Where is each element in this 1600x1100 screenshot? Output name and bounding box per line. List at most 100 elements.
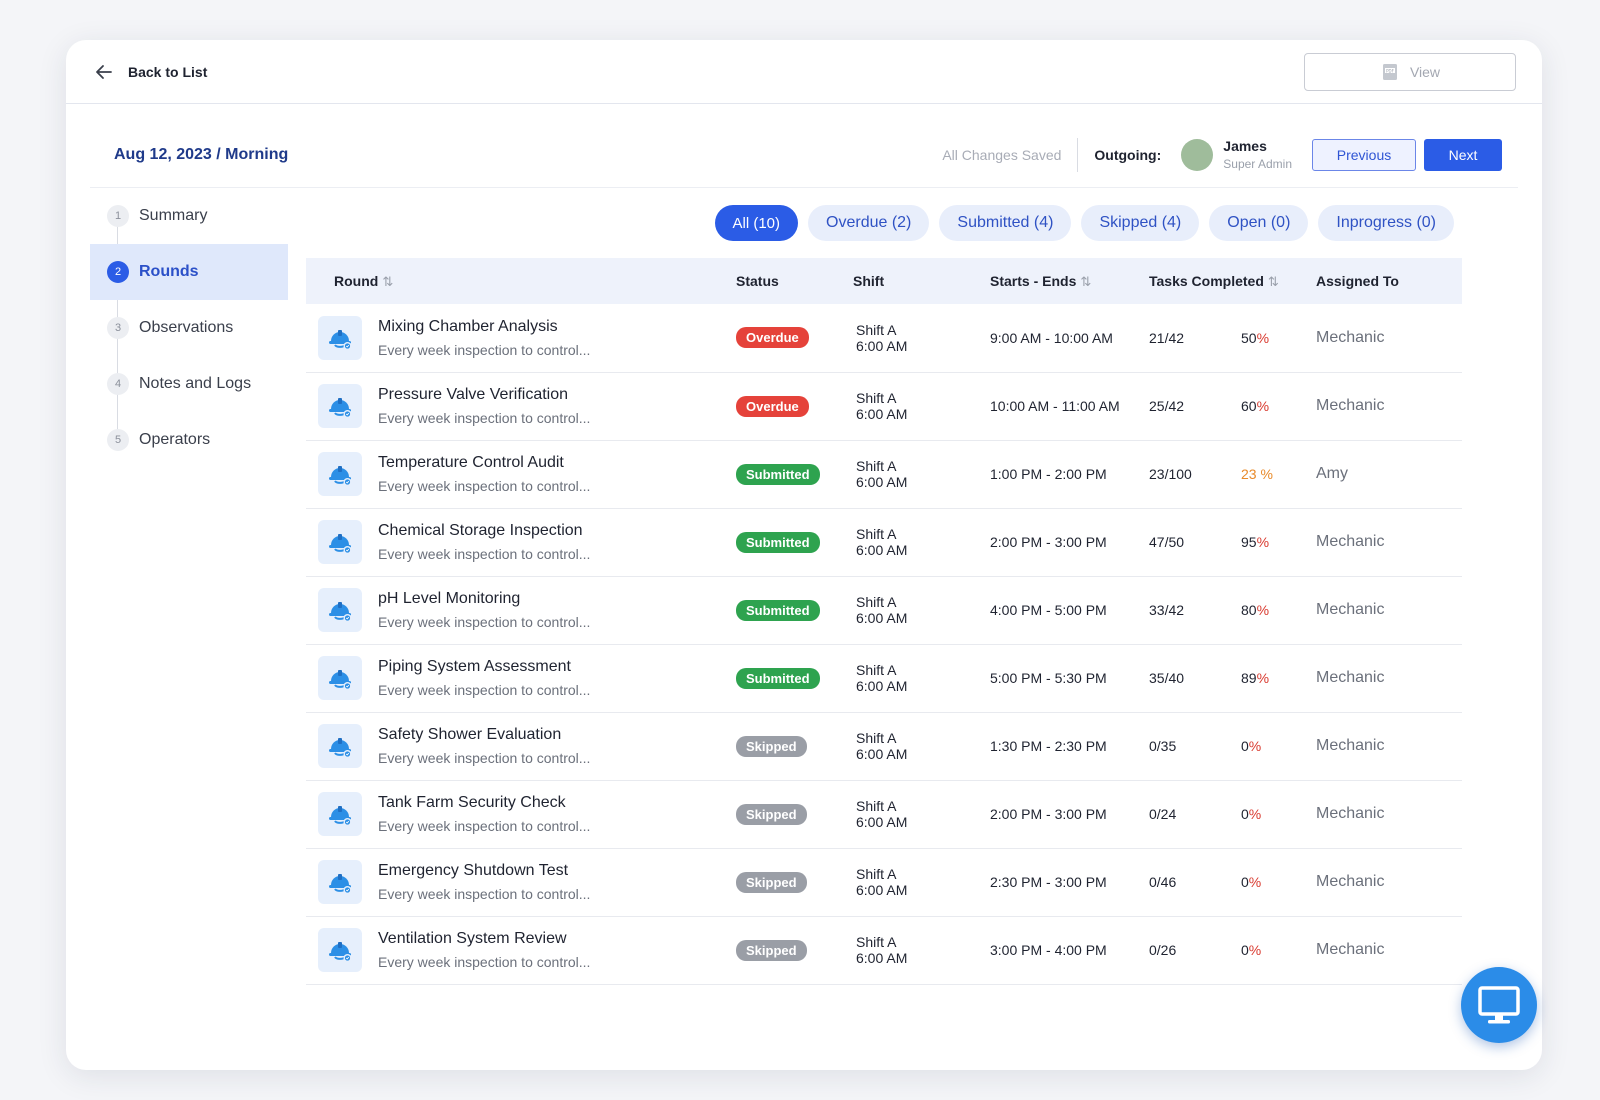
- percent-value: 0: [1241, 874, 1249, 890]
- shift-time: 6:00 AM: [856, 337, 908, 354]
- view-pdf-button[interactable]: PDF View: [1304, 52, 1516, 91]
- round-name[interactable]: Safety Shower Evaluation: [378, 726, 590, 744]
- tasks-percent: 0%: [1241, 806, 1261, 822]
- round-description: Every week inspection to control...: [378, 818, 591, 834]
- filter-inprogress[interactable]: Inprogress (0): [1318, 205, 1454, 241]
- shift-time: 6:00 AM: [856, 610, 908, 626]
- percent-value: 0: [1241, 806, 1249, 822]
- percent-value: 23: [1241, 466, 1257, 482]
- shift-time: 6:00 AM: [856, 882, 908, 898]
- assigned-to: Mechanic: [1316, 941, 1385, 958]
- top-bar: Back to List PDF View: [66, 40, 1542, 104]
- tasks-cell: 23/100 23 %: [1149, 440, 1316, 508]
- col-tasks-completed[interactable]: Tasks Completed ⇅: [1149, 258, 1316, 304]
- time-range: 5:00 PM - 5:30 PM: [990, 670, 1107, 686]
- status-badge: Skipped: [736, 939, 807, 961]
- round-name[interactable]: Temperature Control Audit: [378, 454, 590, 472]
- step-operators[interactable]: 5 Operators: [90, 412, 288, 468]
- table-row[interactable]: Mixing Chamber Analysis Every week inspe…: [306, 304, 1462, 372]
- round-description: Every week inspection to control...: [378, 682, 591, 698]
- round-cell: Chemical Storage Inspection Every week i…: [306, 508, 736, 576]
- round-name[interactable]: Ventilation System Review: [378, 930, 590, 948]
- step-summary[interactable]: 1 Summary: [90, 188, 288, 244]
- filter-skipped[interactable]: Skipped (4): [1081, 205, 1200, 241]
- round-info: Pressure Valve Verification Every week i…: [306, 384, 736, 428]
- shift-name: Shift A: [856, 866, 897, 882]
- col-starts-ends[interactable]: Starts - Ends ⇅: [990, 258, 1149, 304]
- step-notes-and-logs[interactable]: 4 Notes and Logs: [90, 356, 288, 412]
- table-row[interactable]: Safety Shower Evaluation Every week insp…: [306, 712, 1462, 780]
- step-label: Observations: [139, 319, 234, 336]
- round-text: Piping System Assessment Every week insp…: [378, 658, 590, 698]
- round-name[interactable]: Emergency Shutdown Test: [378, 862, 590, 880]
- avatar: [1181, 138, 1214, 171]
- table-row[interactable]: Chemical Storage Inspection Every week i…: [306, 508, 1462, 576]
- round-icon-box: [318, 792, 362, 836]
- shift-name: Shift A: [856, 662, 897, 678]
- assigned-to: Mechanic: [1316, 328, 1385, 346]
- step-rounds[interactable]: 2 Rounds: [90, 244, 288, 300]
- table-row[interactable]: Piping System Assessment Every week insp…: [306, 644, 1462, 712]
- round-info: Piping System Assessment Every week insp…: [306, 656, 736, 700]
- filter-open[interactable]: Open (0): [1209, 205, 1309, 241]
- back-to-list-link[interactable]: Back to List: [94, 62, 207, 82]
- table-row[interactable]: Emergency Shutdown Test Every week inspe…: [306, 848, 1462, 916]
- sort-icon[interactable]: ⇅: [382, 274, 393, 289]
- hard-hat-icon: [329, 874, 352, 894]
- table-row[interactable]: pH Level Monitoring Every week inspectio…: [306, 576, 1462, 644]
- step-number: 5: [107, 429, 129, 451]
- status-cell: Skipped: [736, 848, 853, 916]
- sort-icon[interactable]: ⇅: [1268, 274, 1279, 289]
- table-row[interactable]: Temperature Control Audit Every week ins…: [306, 440, 1462, 508]
- hard-hat-icon: [329, 466, 352, 486]
- sort-icon[interactable]: ⇅: [1080, 274, 1091, 289]
- round-name[interactable]: Pressure Valve Verification: [378, 386, 590, 404]
- shift-time: 6:00 AM: [856, 746, 908, 762]
- filter-all[interactable]: All (10): [714, 205, 799, 241]
- time-range: 2:30 PM - 3:00 PM: [990, 874, 1107, 890]
- percent-sign: %: [1256, 466, 1273, 482]
- filter-submitted[interactable]: Submitted (4): [939, 205, 1072, 241]
- col-status: Status: [736, 273, 779, 289]
- tasks-count: 0/26: [1149, 942, 1177, 958]
- filter-overdue[interactable]: Overdue (2): [808, 205, 930, 241]
- tasks-cell: 33/42 80%: [1149, 576, 1316, 644]
- tasks-count: 35/40: [1149, 670, 1185, 686]
- step-observations[interactable]: 3 Observations: [90, 300, 288, 356]
- round-description: Every week inspection to control...: [378, 546, 591, 562]
- user-info: James Super Admin: [1223, 138, 1292, 171]
- round-icon-box: [318, 656, 362, 700]
- round-name[interactable]: pH Level Monitoring: [378, 590, 590, 608]
- outgoing-label: Outgoing:: [1094, 146, 1162, 163]
- table-row[interactable]: Tank Farm Security Check Every week insp…: [306, 780, 1462, 848]
- status-badge: Overdue: [736, 395, 809, 417]
- round-name[interactable]: Tank Farm Security Check: [378, 794, 590, 812]
- percent-sign: %: [1256, 670, 1270, 686]
- step-label: Summary: [139, 207, 208, 224]
- arrow-left-icon: [96, 64, 112, 79]
- table-row[interactable]: Pressure Valve Verification Every week i…: [306, 372, 1462, 440]
- round-name[interactable]: Mixing Chamber Analysis: [378, 318, 590, 336]
- shift-time: 6:00 AM: [856, 474, 908, 490]
- previous-button[interactable]: Previous: [1312, 138, 1416, 171]
- round-info: Temperature Control Audit Every week ins…: [306, 452, 736, 496]
- panel-header: Aug 12, 2023 / Morning All Changes Saved…: [90, 122, 1518, 188]
- round-text: pH Level Monitoring Every week inspectio…: [378, 590, 590, 630]
- table-header: Round ⇅ Status Shift Starts - Ends ⇅ Tasks…: [306, 258, 1462, 304]
- step-label: Operators: [139, 431, 211, 448]
- screen-share-button[interactable]: [1461, 967, 1537, 1043]
- col-round-label: Round: [334, 272, 379, 289]
- tasks-percent: 95%: [1241, 534, 1269, 550]
- round-name[interactable]: Piping System Assessment: [378, 658, 590, 676]
- round-cell: Ventilation System Review Every week ins…: [306, 916, 736, 984]
- round-text: Temperature Control Audit Every week ins…: [378, 454, 590, 494]
- round-text: Safety Shower Evaluation Every week insp…: [378, 726, 590, 766]
- percent-value: 95: [1241, 534, 1257, 550]
- assigned-to: Mechanic: [1316, 601, 1385, 618]
- round-text: Emergency Shutdown Test Every week inspe…: [378, 862, 590, 902]
- col-round[interactable]: Round ⇅: [306, 258, 736, 304]
- round-name[interactable]: Chemical Storage Inspection: [378, 522, 590, 540]
- next-button[interactable]: Next: [1424, 138, 1502, 171]
- table-row[interactable]: Ventilation System Review Every week ins…: [306, 916, 1462, 984]
- percent-value: 80: [1241, 602, 1257, 618]
